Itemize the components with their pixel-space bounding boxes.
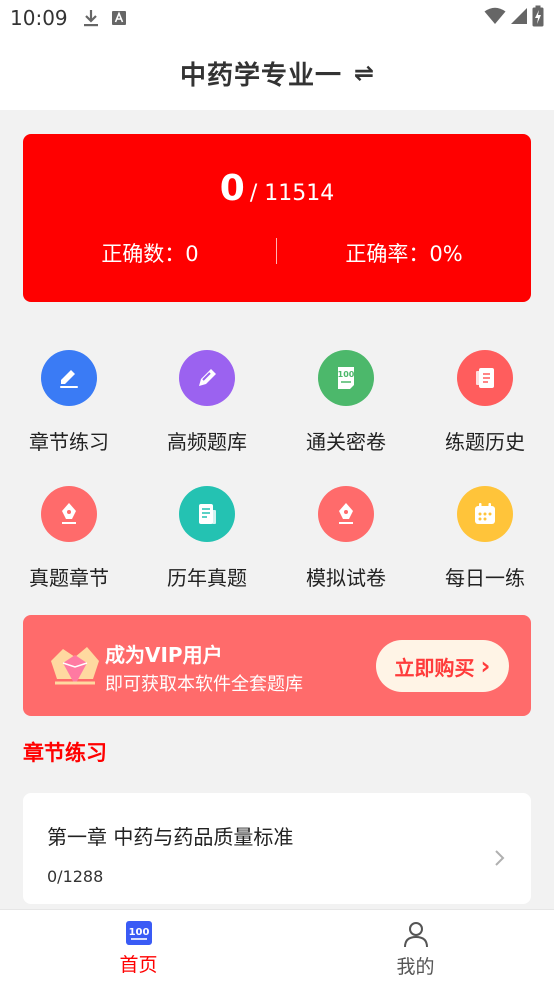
home-100-icon: 100 [125,921,152,945]
bottom-tab-bar: 100 首页 我的 [0,909,554,984]
switch-subject-icon[interactable]: ⇌ [354,59,374,87]
section-title: 章节练习 [23,741,107,765]
paper-100-icon: 100 [318,350,374,406]
stats-divider [276,238,277,264]
feature-label: 练题历史 [445,430,525,454]
wifi-icon [484,7,506,29]
chevron-right-icon: › [480,652,491,680]
pencil-icon [179,350,235,406]
total-questions: 11514 [264,181,335,206]
feature-real-exam-chapters[interactable]: 真题章节 [0,486,138,591]
app-notification-icon [110,9,128,27]
home-icon-text: 100 [128,927,149,938]
notebook-icon [457,350,513,406]
buy-now-label: 立即购买 [394,655,475,680]
app-header[interactable]: 中药学专业一 ⇌ [0,36,554,110]
answered-count: 0 / 11514 [23,168,531,209]
status-bar: 10:09 [0,0,554,36]
feature-high-frequency[interactable]: 高频题库 [138,350,276,455]
feature-label: 每日一练 [445,566,525,590]
feature-daily-practice[interactable]: 每日一练 [416,486,554,591]
chevron-right-icon [493,849,507,867]
feature-chapter-practice[interactable]: 章节练习 [0,350,138,455]
status-time: 10:09 [10,6,68,30]
buy-now-button[interactable]: 立即购买 › [376,640,509,692]
vip-subtitle: 即可获取本软件全套题库 [105,674,303,695]
progress-stats-card: 0 / 11514 正确数：0 正确率：0% [23,134,531,302]
chapter-title: 第一章 中药与药品质量标准 [47,825,294,849]
calendar-icon [457,486,513,542]
correct-count: 正确数：0 [101,242,199,266]
chapter-card[interactable]: 第一章 中药与药品质量标准 0/1288 [23,793,531,904]
feature-practice-history[interactable]: 练题历史 [416,350,554,455]
tab-mine-label: 我的 [396,956,435,978]
count-separator: / [249,181,258,206]
user-icon [403,922,428,948]
feature-label: 章节练习 [29,430,109,454]
battery-icon [532,5,544,31]
svg-text:100: 100 [338,370,355,379]
pen-nib-icon [41,486,97,542]
vip-banner[interactable]: 成为VIP用户 即可获取本软件全套题库 立即购买 › [23,615,531,716]
signal-icon [510,7,528,29]
vip-title: 成为VIP用户 [105,643,223,667]
document-icon [179,486,235,542]
feature-label: 历年真题 [167,566,247,590]
vip-crown-icon [45,639,105,695]
pen-nib-icon [318,486,374,542]
accuracy-rate: 正确率：0% [345,242,463,266]
edit-icon [41,350,97,406]
download-icon [82,9,100,27]
feature-pass-papers[interactable]: 100 通关密卷 [277,350,415,455]
answered-number: 0 [219,168,245,209]
feature-label: 通关密卷 [306,430,386,454]
feature-past-exams[interactable]: 历年真题 [138,486,276,591]
feature-mock-exams[interactable]: 模拟试卷 [277,486,415,591]
chapter-progress: 0/1288 [47,867,104,886]
tab-home-label: 首页 [119,954,158,976]
tab-mine[interactable]: 我的 [277,910,554,984]
feature-label: 模拟试卷 [306,566,386,590]
feature-label: 真题章节 [29,566,109,590]
subject-title[interactable]: 中药学专业一 [180,55,342,92]
feature-label: 高频题库 [167,430,247,454]
tab-home[interactable]: 100 首页 [0,910,277,984]
